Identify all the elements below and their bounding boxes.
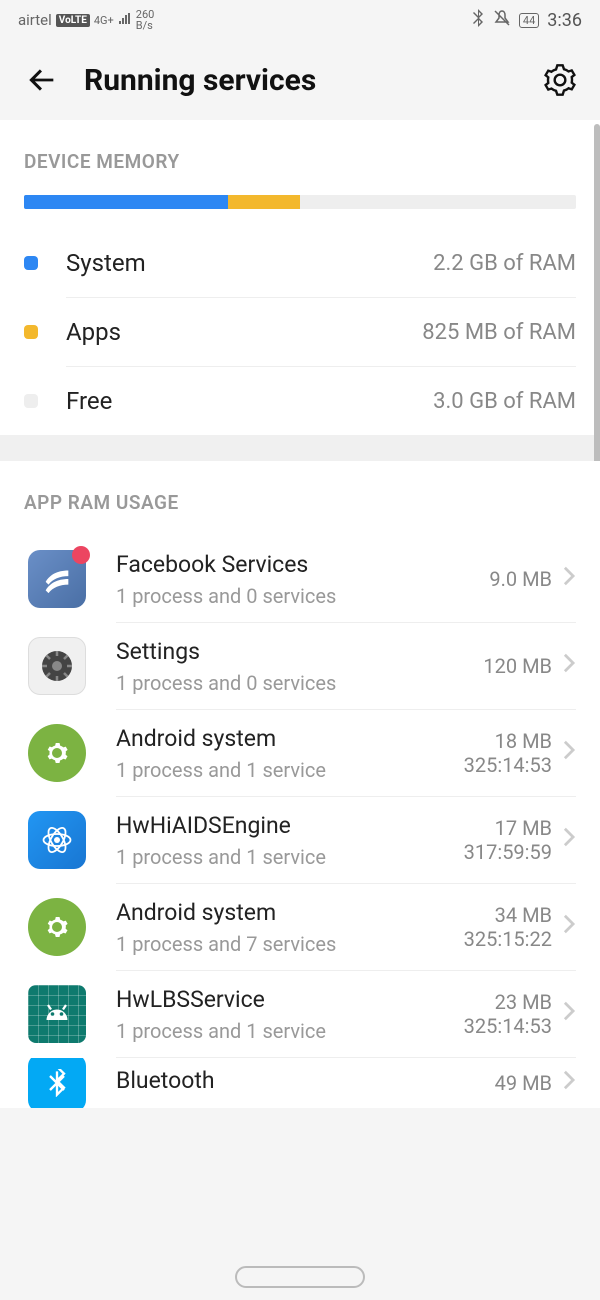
app-info: Facebook Services 1 process and 0 servic…: [116, 551, 489, 608]
app-size: 49 MB: [495, 1071, 552, 1095]
app-icon: [28, 637, 86, 695]
memory-label: System: [66, 249, 433, 277]
status-bar: airtel VoLTE 4G+ 260 B/s 44 3:36: [0, 0, 600, 40]
app-time: 325:14:53: [464, 753, 552, 777]
content: DEVICE MEMORY System 2.2 GB of RAM Apps …: [0, 120, 600, 435]
app-info: HwLBSService 1 process and 1 service: [116, 986, 464, 1043]
app-time: 325:14:53: [464, 1014, 552, 1038]
app-usage-section: APP RAM USAGE Facebook Services 1 proces…: [0, 461, 600, 1108]
memory-row-system: System 2.2 GB of RAM: [0, 229, 600, 297]
app-size: 34 MB: [464, 903, 552, 927]
chevron-right-icon: [562, 565, 576, 593]
memory-bar-apps: [228, 195, 300, 209]
memory-label: Apps: [66, 318, 422, 346]
memory-row-free: Free 3.0 GB of RAM: [0, 367, 600, 435]
app-info: Android system 1 process and 7 services: [116, 899, 464, 956]
app-info: HwHiAIDSEngine 1 process and 1 service: [116, 812, 464, 869]
memory-value: 3.0 GB of RAM: [433, 389, 576, 414]
legend-dot: [24, 256, 38, 270]
legend-dot: [24, 325, 38, 339]
clock: 3:36: [547, 10, 582, 31]
app-name: HwHiAIDSEngine: [116, 812, 464, 839]
app-row[interactable]: Settings 1 process and 0 services 120 MB: [0, 623, 600, 709]
network-gen: 4G+: [94, 14, 114, 27]
app-name: Settings: [116, 638, 483, 665]
nav-pill[interactable]: [235, 1266, 365, 1288]
app-row[interactable]: Facebook Services 1 process and 0 servic…: [0, 536, 600, 622]
memory-label: Free: [66, 387, 433, 415]
app-meta: 49 MB: [495, 1071, 552, 1095]
app-subtitle: 1 process and 1 service: [116, 1019, 464, 1043]
chevron-right-icon: [562, 1069, 576, 1097]
app-size: 9.0 MB: [489, 567, 552, 591]
app-row[interactable]: Bluetooth 49 MB: [0, 1058, 600, 1108]
app-time: 325:15:22: [464, 927, 552, 951]
app-subtitle: 1 process and 7 services: [116, 932, 464, 956]
app-time: 317:59:59: [464, 840, 552, 864]
section-gap: [0, 435, 600, 461]
app-info: Android system 1 process and 1 service: [116, 725, 464, 782]
signal-icon: [118, 11, 132, 29]
chevron-right-icon: [562, 913, 576, 941]
status-right: 44 3:36: [471, 9, 582, 31]
app-meta: 9.0 MB: [489, 567, 552, 591]
memory-value: 2.2 GB of RAM: [433, 251, 576, 276]
app-icon: [28, 811, 86, 869]
app-bar: Running services: [0, 40, 600, 120]
battery-indicator: 44: [519, 13, 539, 28]
app-icon: [28, 550, 86, 608]
app-meta: 17 MB 317:59:59: [464, 816, 552, 864]
mute-icon: [493, 9, 511, 31]
chevron-right-icon: [562, 826, 576, 854]
app-name: Facebook Services: [116, 551, 489, 578]
app-row[interactable]: Android system 1 process and 1 service 1…: [0, 710, 600, 796]
notification-badge: [72, 546, 90, 564]
app-subtitle: 1 process and 0 services: [116, 671, 483, 695]
memory-row-apps: Apps 825 MB of RAM: [0, 298, 600, 366]
app-meta: 34 MB 325:15:22: [464, 903, 552, 951]
app-icon: [28, 724, 86, 782]
section-app-ram: APP RAM USAGE: [0, 461, 600, 536]
memory-bar-system: [24, 195, 228, 209]
app-name: Android system: [116, 899, 464, 926]
app-meta: 120 MB: [483, 654, 552, 678]
chevron-right-icon: [562, 652, 576, 680]
app-info: Settings 1 process and 0 services: [116, 638, 483, 695]
app-icon: [28, 1058, 86, 1108]
back-button[interactable]: [22, 60, 62, 100]
app-name: Bluetooth: [116, 1067, 495, 1094]
app-size: 23 MB: [464, 990, 552, 1014]
bluetooth-icon: [471, 9, 485, 31]
volte-badge: VoLTE: [56, 14, 90, 27]
status-left: airtel VoLTE 4G+ 260 B/s: [18, 9, 154, 31]
app-row[interactable]: HwHiAIDSEngine 1 process and 1 service 1…: [0, 797, 600, 883]
legend-dot: [24, 394, 38, 408]
app-subtitle: 1 process and 0 services: [116, 584, 489, 608]
app-name: HwLBSService: [116, 986, 464, 1013]
data-rate: 260 B/s: [136, 9, 155, 31]
app-name: Android system: [116, 725, 464, 752]
app-subtitle: 1 process and 1 service: [116, 845, 464, 869]
carrier-label: airtel: [18, 11, 52, 29]
app-meta: 18 MB 325:14:53: [464, 729, 552, 777]
chevron-right-icon: [562, 739, 576, 767]
memory-value: 825 MB of RAM: [422, 320, 576, 345]
app-row[interactable]: Android system 1 process and 7 services …: [0, 884, 600, 970]
memory-bar: [24, 195, 576, 209]
app-meta: 23 MB 325:14:53: [464, 990, 552, 1038]
app-subtitle: 1 process and 1 service: [116, 758, 464, 782]
app-row[interactable]: HwLBSService 1 process and 1 service 23 …: [0, 971, 600, 1057]
app-icon: [28, 985, 86, 1043]
app-size: 120 MB: [483, 654, 552, 678]
app-size: 18 MB: [464, 729, 552, 753]
app-info: Bluetooth: [116, 1067, 495, 1100]
chevron-right-icon: [562, 1000, 576, 1028]
settings-button[interactable]: [542, 62, 578, 98]
app-icon: [28, 898, 86, 956]
app-size: 17 MB: [464, 816, 552, 840]
page-title: Running services: [84, 63, 542, 98]
section-device-memory: DEVICE MEMORY: [0, 120, 600, 195]
